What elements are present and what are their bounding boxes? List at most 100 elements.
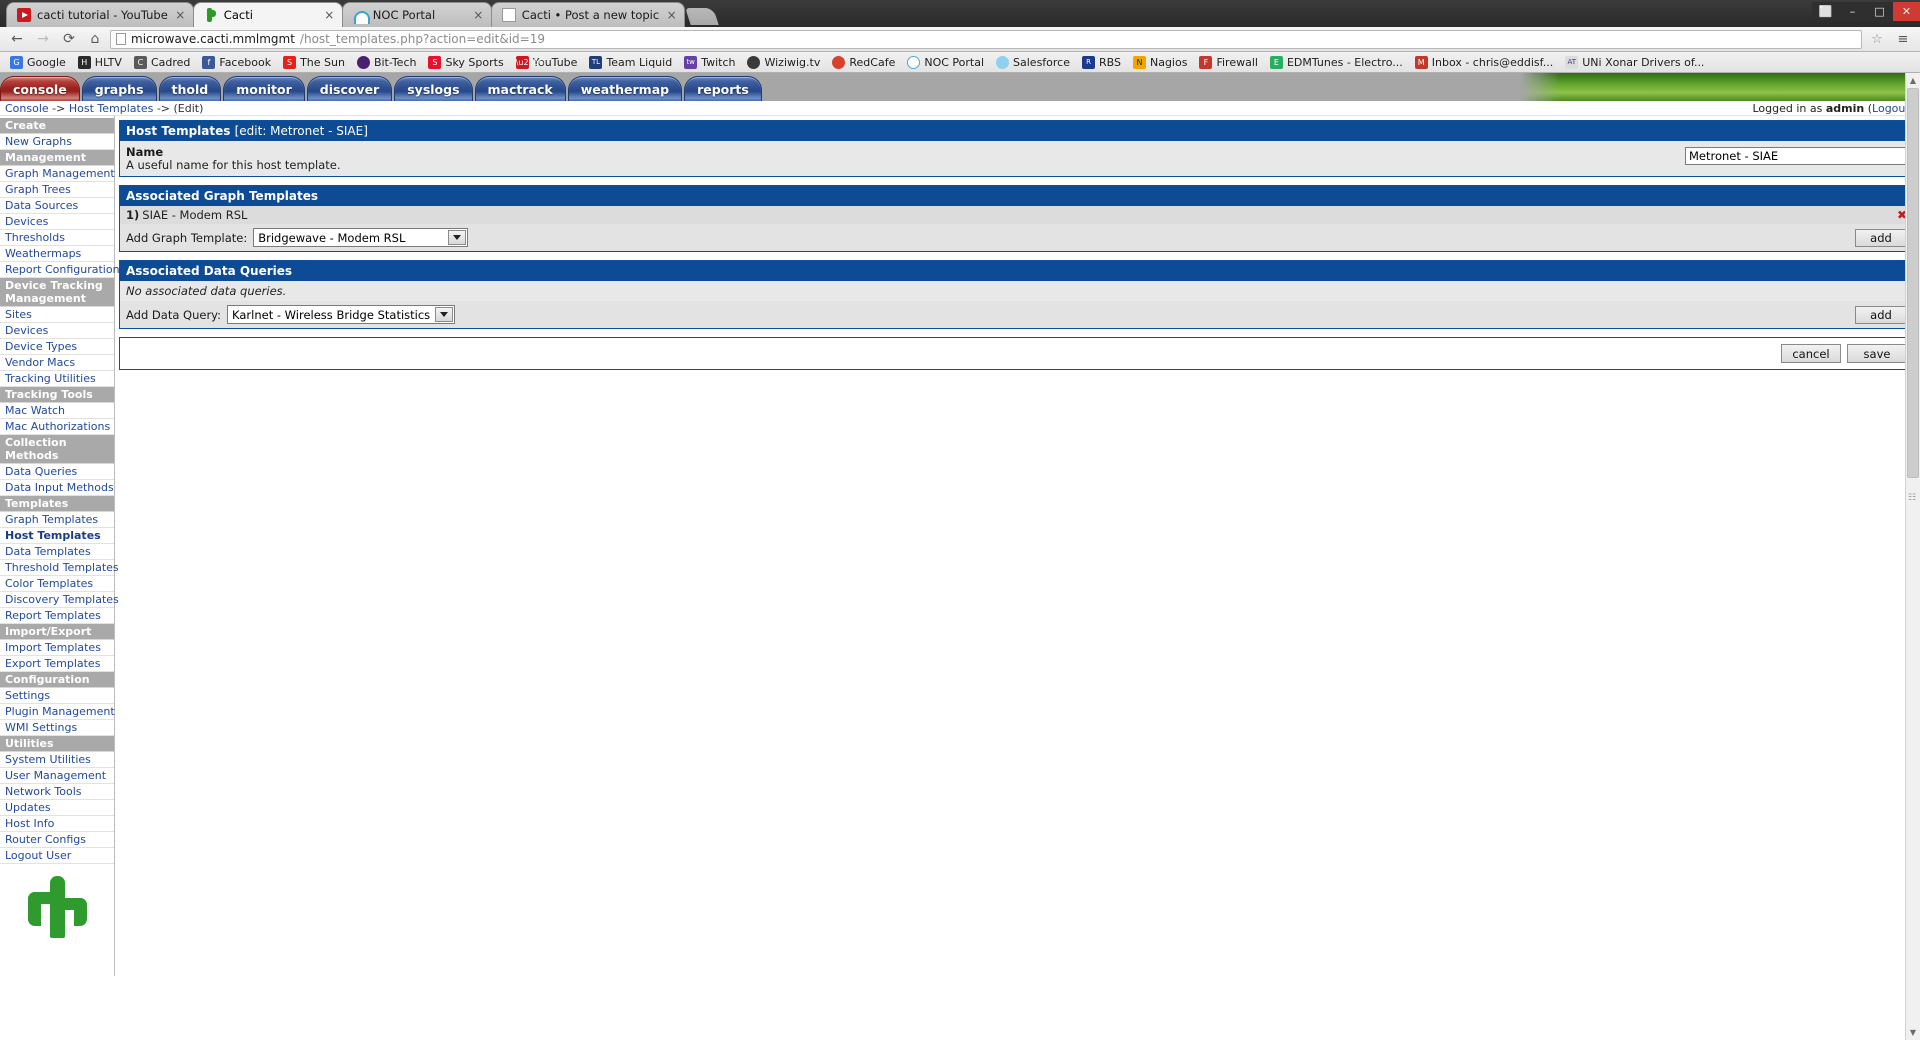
bookmark-facebook[interactable]: f Facebook	[196, 53, 277, 72]
browser-tab-cacti[interactable]: Cacti ×	[192, 2, 343, 27]
sidebar-item-export-templates[interactable]: Export Templates	[0, 656, 114, 672]
sidebar-item-graph-management[interactable]: Graph Management	[0, 166, 115, 182]
bookmark-google[interactable]: G Google	[4, 53, 72, 72]
breadcrumb-host-templates[interactable]: Host Templates	[69, 102, 153, 115]
tab-discover[interactable]: discover	[306, 76, 393, 101]
address-bar[interactable]: microwave.cacti.mmlmgmt/host_templates.p…	[110, 29, 1862, 49]
sidebar-item-import-templates[interactable]: Import Templates	[0, 640, 114, 656]
page-info-icon[interactable]	[116, 33, 126, 45]
scroll-up-icon[interactable]: ▲	[1906, 73, 1920, 88]
bookmark-youtube[interactable]: \u25b6 YouTube	[510, 53, 584, 72]
sidebar-item-user-management[interactable]: User Management	[0, 768, 114, 784]
sidebar-item-report-configurations[interactable]: Report Configurations	[0, 262, 125, 278]
bookmark-wiziwig[interactable]: Wiziwig.tv	[741, 53, 826, 72]
breadcrumb-console[interactable]: Console	[5, 102, 49, 115]
sidebar-item-graph-trees[interactable]: Graph Trees	[0, 182, 114, 198]
tab-mactrack[interactable]: mactrack	[474, 76, 566, 101]
chevron-down-icon[interactable]	[435, 307, 454, 322]
sidebar-item-device-types[interactable]: Device Types	[0, 339, 114, 355]
tab-graphs[interactable]: graphs	[81, 76, 157, 101]
minimize-button[interactable]: –	[1839, 1, 1866, 21]
save-button[interactable]: save	[1847, 344, 1907, 363]
scroll-down-icon[interactable]: ▼	[1906, 1025, 1920, 1040]
sidebar-item-mac-watch[interactable]: Mac Watch	[0, 403, 114, 419]
sidebar-item-graph-templates[interactable]: Graph Templates	[0, 512, 114, 528]
sidebar-item-weathermaps[interactable]: Weathermaps	[0, 246, 114, 262]
bookmark-cadred[interactable]: C Cadred	[128, 53, 196, 72]
bookmark-team-liquid[interactable]: TL Team Liquid	[583, 53, 678, 72]
page-scrollbar[interactable]: ▲ ☷ ▼	[1905, 73, 1920, 1040]
chevron-down-icon[interactable]	[448, 230, 467, 245]
sidebar-item-mac-authorizations[interactable]: Mac Authorizations	[0, 419, 114, 435]
bookmark-inbox[interactable]: M Inbox - chris@eddisf...	[1409, 53, 1559, 72]
sidebar-item-data-sources[interactable]: Data Sources	[0, 198, 114, 214]
sidebar-item-network-tools[interactable]: Network Tools	[0, 784, 114, 800]
browser-tab-noc-portal[interactable]: NOC Portal ×	[341, 2, 492, 27]
bookmark-sky-sports[interactable]: S Sky Sports	[422, 53, 509, 72]
bookmark-rbs[interactable]: R RBS	[1076, 53, 1127, 72]
tab-close-icon[interactable]: ×	[472, 9, 485, 22]
add-graph-template-select[interactable]: Bridgewave - Modem RSL	[253, 228, 469, 247]
sidebar-item-settings[interactable]: Settings	[0, 688, 114, 704]
reload-icon[interactable]: ⟳	[58, 29, 80, 49]
bookmark-firewall[interactable]: F Firewall	[1193, 53, 1263, 72]
sidebar-item-threshold-templates[interactable]: Threshold Templates	[0, 560, 119, 576]
tab-monitor[interactable]: monitor	[223, 76, 305, 101]
sidebar-item-updates[interactable]: Updates	[0, 800, 114, 816]
add-data-query-select[interactable]: Karlnet - Wireless Bridge Statistics	[227, 305, 456, 324]
bookmark-bit-tech[interactable]: Bit-Tech	[351, 53, 423, 72]
tab-thold[interactable]: thold	[158, 76, 222, 101]
cancel-button[interactable]: cancel	[1781, 344, 1841, 363]
tab-close-icon[interactable]: ×	[174, 9, 187, 22]
forward-icon[interactable]: →	[32, 29, 54, 49]
bookmark-edmtunes[interactable]: E EDMTunes - Electro...	[1264, 53, 1409, 72]
sidebar-item-report-templates[interactable]: Report Templates	[0, 608, 114, 624]
sidebar-item-devices[interactable]: Devices	[0, 214, 114, 230]
tab-reports[interactable]: reports	[684, 76, 762, 101]
sidebar-item-color-templates[interactable]: Color Templates	[0, 576, 114, 592]
bookmark-nagios[interactable]: N Nagios	[1127, 53, 1193, 72]
sidebar-item-host-templates[interactable]: Host Templates	[0, 528, 114, 544]
bookmark-salesforce[interactable]: Salesforce	[990, 53, 1076, 72]
sidebar-item-wmi-settings[interactable]: WMI Settings	[0, 720, 114, 736]
sidebar-item-thresholds[interactable]: Thresholds	[0, 230, 114, 246]
tab-weathermap[interactable]: weathermap	[567, 76, 683, 101]
sidebar-item-devices-tracking[interactable]: Devices	[0, 323, 114, 339]
menu-icon[interactable]: ≡	[1892, 29, 1914, 49]
tab-close-icon[interactable]: ×	[665, 9, 678, 22]
maximize-button[interactable]: □	[1866, 1, 1893, 21]
sidebar-item-data-templates[interactable]: Data Templates	[0, 544, 114, 560]
bookmark-star-icon[interactable]: ☆	[1866, 29, 1888, 49]
sidebar-item-system-utilities[interactable]: System Utilities	[0, 752, 114, 768]
tab-console[interactable]: console	[0, 76, 80, 101]
sidebar-item-data-input-methods[interactable]: Data Input Methods	[0, 480, 114, 496]
tab-close-icon[interactable]: ×	[323, 9, 336, 22]
sidebar-item-plugin-management[interactable]: Plugin Management	[0, 704, 115, 720]
home-icon[interactable]: ⌂	[84, 29, 106, 49]
sidebar-item-new-graphs[interactable]: New Graphs	[0, 134, 114, 150]
close-window-button[interactable]: ✕	[1893, 1, 1920, 21]
new-tab-button[interactable]	[685, 8, 719, 25]
sidebar-item-router-configs[interactable]: Router Configs	[0, 832, 114, 848]
bookmark-twitch[interactable]: tw Twitch	[678, 53, 741, 72]
add-graph-template-button[interactable]: add	[1855, 228, 1907, 247]
sidebar-item-tracking-utilities[interactable]: Tracking Utilities	[0, 371, 114, 387]
sidebar-item-vendor-macs[interactable]: Vendor Macs	[0, 355, 114, 371]
browser-tab-youtube[interactable]: cacti tutorial - YouTube ×	[6, 2, 194, 27]
sidebar-item-logout-user[interactable]: Logout User	[0, 848, 114, 864]
bookmark-noc-portal[interactable]: NOC Portal	[901, 53, 990, 72]
name-input[interactable]	[1685, 147, 1907, 165]
scrollbar-thumb[interactable]	[1907, 88, 1919, 478]
browser-tab-cacti-forum[interactable]: Cacti • Post a new topic ×	[490, 2, 686, 27]
back-icon[interactable]: ←	[6, 29, 28, 49]
tab-syslogs[interactable]: syslogs	[394, 76, 473, 101]
bookmark-redcafe[interactable]: RedCafe	[826, 53, 901, 72]
sidebar-item-discovery-templates[interactable]: Discovery Templates	[0, 592, 119, 608]
sidebar-item-data-queries[interactable]: Data Queries	[0, 464, 114, 480]
bookmark-hltv[interactable]: H HLTV	[72, 53, 128, 72]
sidebar-item-sites[interactable]: Sites	[0, 307, 114, 323]
sidebar-item-host-info[interactable]: Host Info	[0, 816, 114, 832]
screenshot-icon[interactable]: ⬜	[1812, 1, 1839, 21]
bookmark-the-sun[interactable]: S The Sun	[277, 53, 351, 72]
bookmark-uni-xonar[interactable]: AT UNi Xonar Drivers of...	[1559, 53, 1710, 72]
